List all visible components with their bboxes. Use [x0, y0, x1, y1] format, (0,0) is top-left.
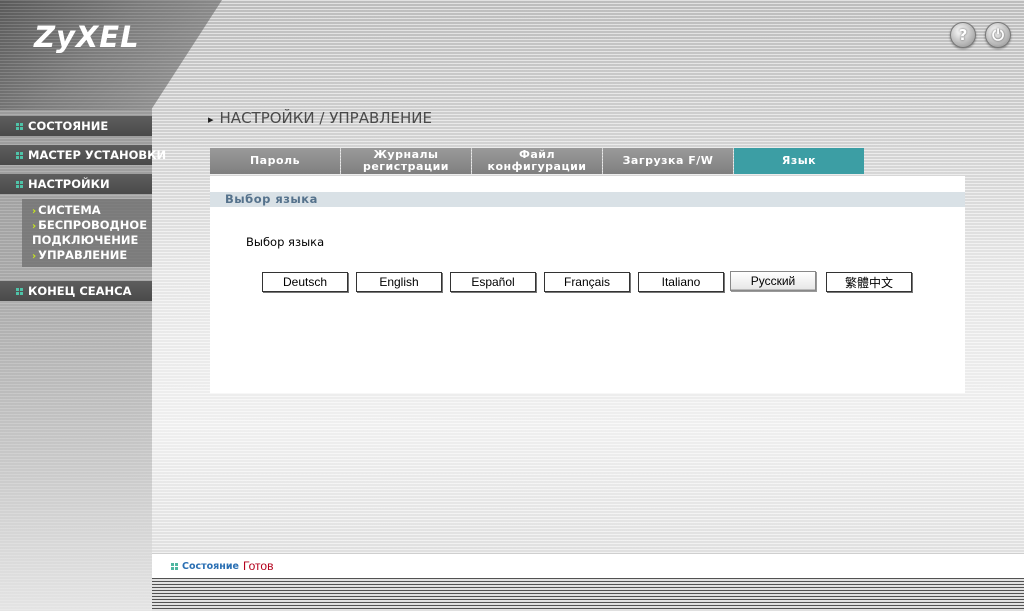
submenu-wireless-line2[interactable]: ПОДКЛЮЧЕНИЕ	[32, 233, 138, 247]
submenu-system[interactable]: › СИСТЕМА	[32, 203, 101, 217]
nav-wizard-label: МАСТЕР УСТАНОВКИ	[28, 148, 167, 162]
nav-status-label: СОСТОЯНИЕ	[28, 119, 109, 133]
chevron-right-icon: ›	[32, 251, 37, 262]
tab-firmware-label: Загрузка F/W	[622, 154, 714, 167]
language-button-francais[interactable]: Français	[544, 272, 630, 292]
nav-settings-label: НАСТРОЙКИ	[28, 177, 110, 191]
submenu-management[interactable]: › УПРАВЛЕНИЕ	[32, 248, 127, 262]
tab-logs[interactable]: Журналы регистрации	[341, 148, 471, 174]
language-button-chinese[interactable]: 繁體中文	[826, 272, 912, 292]
chevron-right-icon: ›	[32, 206, 37, 217]
tab-logs-label-2: регистрации	[362, 160, 450, 173]
status-bullet-icon	[171, 562, 178, 570]
nav-bullet-icon	[16, 122, 23, 130]
section-header: Выбор языка	[210, 192, 965, 207]
submenu-management-label: УПРАВЛЕНИЕ	[38, 248, 128, 262]
submenu-wireless[interactable]: › БЕСПРОВОДНОЕ	[32, 218, 147, 232]
language-button-english[interactable]: English	[356, 272, 442, 292]
tab-language[interactable]: Язык	[734, 148, 864, 174]
nav-status[interactable]: СОСТОЯНИЕ	[0, 116, 152, 136]
submenu-system-label: СИСТЕМА	[38, 203, 101, 217]
bottom-stripes	[152, 578, 1024, 611]
status-label: Состояние	[182, 560, 239, 572]
tab-password[interactable]: Пароль	[210, 148, 340, 174]
title-arrow-icon: ▸	[208, 113, 214, 126]
language-button-russian[interactable]: Русский	[730, 271, 816, 291]
help-icon[interactable]: ?	[950, 22, 976, 48]
tab-firmware-upload[interactable]: Загрузка F/W	[603, 148, 733, 174]
status-bar: Состояние Готов	[152, 553, 1024, 578]
nav-bullet-icon	[16, 287, 23, 295]
chevron-right-icon: ›	[32, 221, 37, 232]
language-select-label: Выбор языка	[246, 235, 325, 249]
nav-wizard[interactable]: МАСТЕР УСТАНОВКИ	[0, 145, 166, 165]
status-value: Готов	[242, 559, 274, 573]
nav-bullet-icon	[16, 151, 23, 159]
nav-logout[interactable]: КОНЕЦ СЕАНСА	[0, 281, 152, 301]
content-panel: Выбор языка Выбор языка Deutsch English …	[210, 176, 965, 393]
submenu-wireless-label-2: ПОДКЛЮЧЕНИЕ	[32, 233, 139, 247]
zyxel-logo: ZyXEL	[34, 20, 140, 54]
logout-icon[interactable]: ⏻	[985, 22, 1011, 48]
language-button-italiano[interactable]: Italiano	[638, 272, 724, 292]
nav-bullet-icon	[16, 180, 23, 188]
submenu-wireless-label-1: БЕСПРОВОДНОЕ	[38, 218, 148, 232]
tab-config-file[interactable]: Файл конфигурации	[472, 148, 602, 174]
page-title: ▸ НАСТРОЙКИ / УПРАВЛЕНИЕ	[208, 109, 432, 127]
page-title-text: НАСТРОЙКИ / УПРАВЛЕНИЕ	[219, 109, 432, 127]
tab-language-label: Язык	[781, 154, 817, 167]
language-button-espanol[interactable]: Español	[450, 272, 536, 292]
nav-logout-label: КОНЕЦ СЕАНСА	[28, 284, 132, 298]
nav-settings[interactable]: НАСТРОЙКИ	[0, 174, 152, 194]
language-button-deutsch[interactable]: Deutsch	[262, 272, 348, 292]
tab-config-label-2: конфигурации	[487, 160, 587, 173]
tab-password-label: Пароль	[249, 154, 301, 167]
